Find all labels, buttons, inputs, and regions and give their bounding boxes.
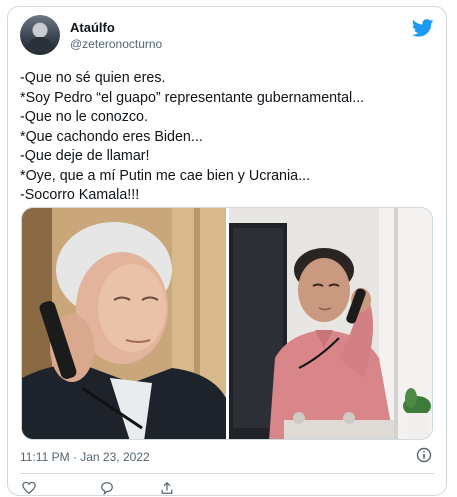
like-button[interactable] xyxy=(22,481,36,495)
twitter-bird-icon[interactable] xyxy=(412,19,434,37)
author-block[interactable]: Ataúlfo @zeteronocturno xyxy=(70,20,162,52)
tweet-text-line: -Socorro Kamala!!! xyxy=(20,187,140,203)
share-button[interactable] xyxy=(160,481,174,495)
photo-man-on-phone-right[interactable] xyxy=(229,208,433,440)
tweet-header: Ataúlfo @zeteronocturno xyxy=(20,15,434,59)
photo-man-on-phone-left[interactable] xyxy=(22,208,226,440)
tweet-text-line: -Que deje de llamar! xyxy=(20,148,150,164)
tweet-timestamp[interactable]: 11:11 PM · Jan 23, 2022 xyxy=(20,450,150,464)
tweet-text-line: -Que no le conozco. xyxy=(20,109,148,125)
avatar[interactable] xyxy=(20,15,60,55)
tweet-text-line: *Que cachondo eres Biden... xyxy=(20,128,203,145)
tweet-actions xyxy=(20,481,320,497)
author-handle[interactable]: @zeteronocturno xyxy=(70,36,162,52)
share-icon xyxy=(161,481,173,494)
heart-icon xyxy=(22,481,36,495)
tweet-card[interactable]: Ataúlfo @zeteronocturno -Que no sé quien… xyxy=(7,6,447,496)
tweet-text-line: -Que no sé quien eres. xyxy=(20,70,166,86)
tweet-text-line: *Soy Pedro “el guapo” representante gube… xyxy=(20,89,365,106)
tweet-media[interactable] xyxy=(21,207,433,440)
tweet-text: -Que no sé quien eres. *Soy Pedro “el gu… xyxy=(20,69,438,206)
reply-icon xyxy=(101,482,113,495)
author-display-name[interactable]: Ataúlfo xyxy=(70,20,162,36)
info-icon[interactable] xyxy=(416,447,432,463)
tweet-text-line: *Oye, que a mí Putin me cae bien y Ucran… xyxy=(20,167,311,184)
divider xyxy=(20,473,434,474)
reply-button[interactable] xyxy=(100,481,114,495)
